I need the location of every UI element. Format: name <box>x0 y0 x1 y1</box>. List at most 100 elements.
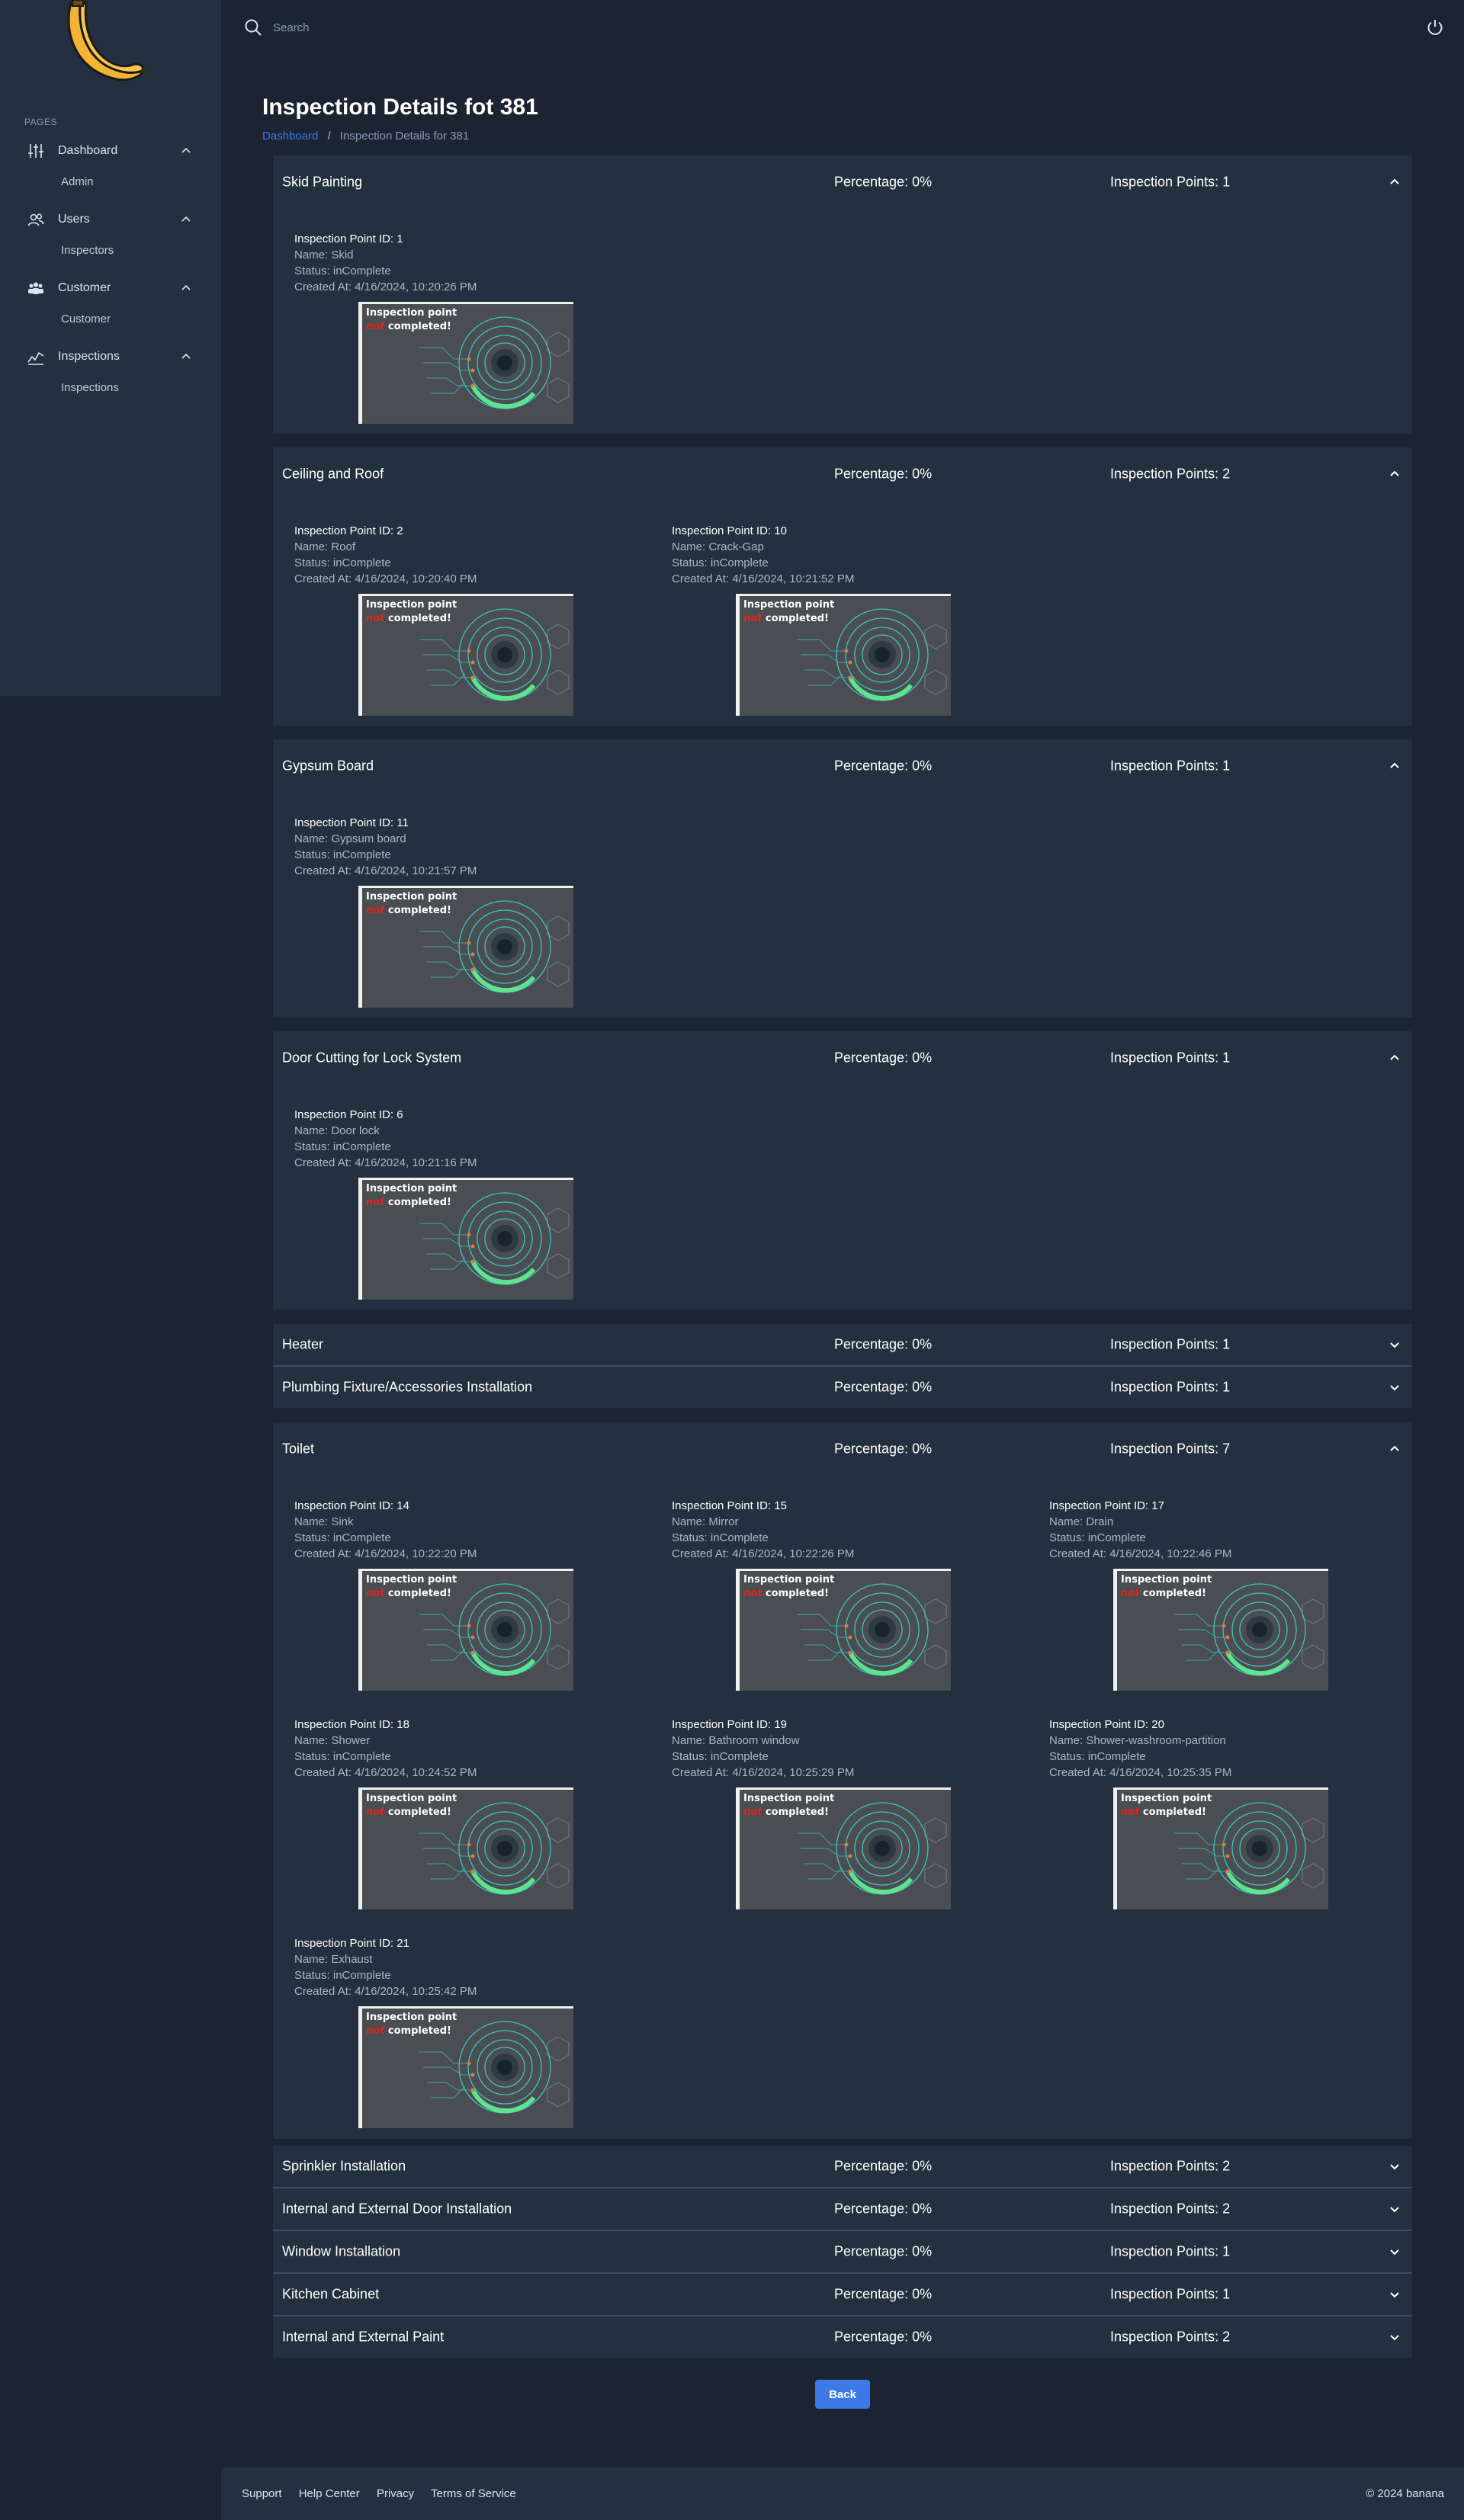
chevron-up-icon[interactable] <box>180 351 192 363</box>
chevron-up-icon[interactable] <box>1388 1051 1401 1065</box>
inspection-section: Plumbing Fixture/Accessories Installatio… <box>273 1367 1412 1408</box>
svg-text:not completed!: not completed! <box>366 2025 451 2037</box>
point-status: Status: inComplete <box>1049 1750 1146 1763</box>
footer-link-support[interactable]: Support <box>242 2487 282 2500</box>
inspection-section: Internal and External Paint Percentage: … <box>273 2316 1412 2358</box>
chevron-up-icon[interactable] <box>1388 1442 1401 1456</box>
point-created-at: Created At: 4/16/2024, 10:22:46 PM <box>1049 1547 1232 1560</box>
chevron-down-icon[interactable] <box>1388 1380 1401 1394</box>
sidebar-subitem-customer[interactable]: Customer <box>0 303 221 334</box>
point-created-at: Created At: 4/16/2024, 10:25:29 PM <box>672 1766 855 1779</box>
section-percentage: Percentage: 0% <box>834 1379 933 1395</box>
sidebar-subitem-admin[interactable]: Admin <box>0 166 221 197</box>
inspection-section: Heater Percentage: 0% Inspection Points:… <box>273 1324 1412 1365</box>
chevron-up-icon[interactable] <box>180 282 192 294</box>
section-title: Internal and External Door Installation <box>282 2201 512 2217</box>
point-status: Status: inComplete <box>294 265 391 277</box>
section-percentage: Percentage: 0% <box>834 2329 933 2345</box>
chevron-up-icon[interactable] <box>1388 467 1401 481</box>
point-name: Name: Skid <box>294 248 354 261</box>
point-id: Inspection Point ID: 6 <box>294 1108 403 1121</box>
svg-text:not completed!: not completed! <box>743 1588 829 1599</box>
section-header[interactable]: Window Installation Percentage: 0% Inspe… <box>273 2231 1412 2272</box>
sidebar-item-customer[interactable]: Customer <box>0 273 221 303</box>
inspection-point-image[interactable]: Inspection point not completed! <box>358 1787 573 1909</box>
point-id: Inspection Point ID: 15 <box>672 1499 787 1512</box>
inspection-point-card: Inspection Point ID: 10 Name: Crack-Gap … <box>672 523 1038 716</box>
chevron-down-icon[interactable] <box>1388 2330 1401 2344</box>
chevron-down-icon[interactable] <box>1388 2202 1401 2216</box>
chevron-up-icon[interactable] <box>1388 759 1401 773</box>
section-header[interactable]: Door Cutting for Lock System Percentage:… <box>273 1031 1412 1085</box>
customers-icon <box>27 280 44 297</box>
section-header[interactable]: Sprinkler Installation Percentage: 0% In… <box>273 2146 1412 2187</box>
footer-link-help-center[interactable]: Help Center <box>299 2487 360 2500</box>
section-header[interactable]: Ceiling and Roof Percentage: 0% Inspecti… <box>273 447 1412 501</box>
sidebar-item-users[interactable]: Users <box>0 204 221 235</box>
power-icon[interactable] <box>1426 18 1444 37</box>
breadcrumb-home-link[interactable]: Dashboard <box>262 130 318 143</box>
point-status: Status: inComplete <box>672 556 769 569</box>
inspection-point-card: Inspection Point ID: 14 Name: Sink Statu… <box>294 1498 660 1691</box>
section-header[interactable]: Skid Painting Percentage: 0% Inspection … <box>273 155 1412 209</box>
inspection-point-image[interactable]: Inspection point not completed! <box>736 1569 951 1691</box>
inspection-point-image[interactable]: Inspection point not completed! <box>1113 1787 1328 1909</box>
section-percentage: Percentage: 0% <box>834 1336 933 1352</box>
inspection-point-image[interactable]: Inspection point not completed! <box>358 302 573 424</box>
inspection-section: Skid Painting Percentage: 0% Inspection … <box>273 155 1412 434</box>
point-status: Status: inComplete <box>294 1969 391 1982</box>
section-header[interactable]: Gypsum Board Percentage: 0% Inspection P… <box>273 739 1412 793</box>
inspection-point-image[interactable]: Inspection point not completed! <box>358 1569 573 1691</box>
point-id: Inspection Point ID: 11 <box>294 816 409 829</box>
svg-text:not completed!: not completed! <box>366 1807 451 1818</box>
section-header[interactable]: Kitchen Cabinet Percentage: 0% Inspectio… <box>273 2274 1412 2315</box>
sidebar-subitem-inspections[interactable]: Inspections <box>0 372 221 402</box>
svg-text:not completed!: not completed! <box>366 905 451 916</box>
nav-group-inspections: Inspections Inspections <box>0 341 221 402</box>
sidebar-item-inspections[interactable]: Inspections <box>0 341 221 372</box>
inspection-section: Window Installation Percentage: 0% Inspe… <box>273 2231 1412 2272</box>
inspection-point-card: Inspection Point ID: 20 Name: Shower-was… <box>1049 1717 1415 1909</box>
svg-text:Inspection point: Inspection point <box>366 307 457 319</box>
chevron-up-icon[interactable] <box>180 213 192 226</box>
sidebar-item-label: Inspections <box>58 350 120 363</box>
section-header[interactable]: Heater Percentage: 0% Inspection Points:… <box>273 1324 1412 1365</box>
chevron-down-icon[interactable] <box>1388 1338 1401 1351</box>
point-id: Inspection Point ID: 14 <box>294 1499 409 1512</box>
inspection-point-card: Inspection Point ID: 15 Name: Mirror Sta… <box>672 1498 1038 1691</box>
sidebar-subitem-inspectors[interactable]: Inspectors <box>0 235 221 265</box>
search-input[interactable] <box>273 17 578 38</box>
back-button[interactable]: Back <box>815 2380 870 2409</box>
topbar <box>221 0 1464 55</box>
inspection-point-image[interactable]: Inspection point not completed! <box>358 2006 573 2128</box>
sidebar-item-dashboard[interactable]: Dashboard <box>0 136 221 166</box>
section-header[interactable]: Plumbing Fixture/Accessories Installatio… <box>273 1367 1412 1408</box>
inspection-point-image[interactable]: Inspection point not completed! <box>736 1787 951 1909</box>
inspection-point-image[interactable]: Inspection point not completed! <box>736 594 951 716</box>
nav-group-users: Users Inspectors <box>0 204 221 265</box>
inspection-point-image[interactable]: Inspection point not completed! <box>358 886 573 1008</box>
svg-text:not completed!: not completed! <box>1121 1807 1206 1818</box>
banana-logo-icon[interactable] <box>57 0 149 85</box>
point-id: Inspection Point ID: 18 <box>294 1718 409 1731</box>
chevron-up-icon[interactable] <box>180 145 192 157</box>
inspection-point-image[interactable]: Inspection point not completed! <box>358 1178 573 1300</box>
inspection-point-image[interactable]: Inspection point not completed! <box>1113 1569 1328 1691</box>
section-title: Sprinkler Installation <box>282 2158 406 2174</box>
inspection-point-card: Inspection Point ID: 1 Name: Skid Status… <box>294 231 660 424</box>
footer-links: Support Help Center Privacy Terms of Ser… <box>242 2487 530 2500</box>
chevron-down-icon[interactable] <box>1388 2288 1401 2301</box>
point-status: Status: inComplete <box>294 1531 391 1544</box>
section-header[interactable]: Internal and External Door Installation … <box>273 2188 1412 2230</box>
chevron-down-icon[interactable] <box>1388 2159 1401 2173</box>
footer-link-terms[interactable]: Terms of Service <box>431 2487 516 2500</box>
svg-text:Inspection point: Inspection point <box>366 1574 457 1585</box>
footer-link-privacy[interactable]: Privacy <box>377 2487 414 2500</box>
section-points-count: Inspection Points: 1 <box>1110 2286 1231 2302</box>
chevron-down-icon[interactable] <box>1388 2245 1401 2259</box>
section-header[interactable]: Toilet Percentage: 0% Inspection Points:… <box>273 1422 1412 1476</box>
section-header[interactable]: Internal and External Paint Percentage: … <box>273 2316 1412 2358</box>
search-icon[interactable] <box>244 18 262 37</box>
chevron-up-icon[interactable] <box>1388 175 1401 189</box>
inspection-point-image[interactable]: Inspection point not completed! <box>358 594 573 716</box>
